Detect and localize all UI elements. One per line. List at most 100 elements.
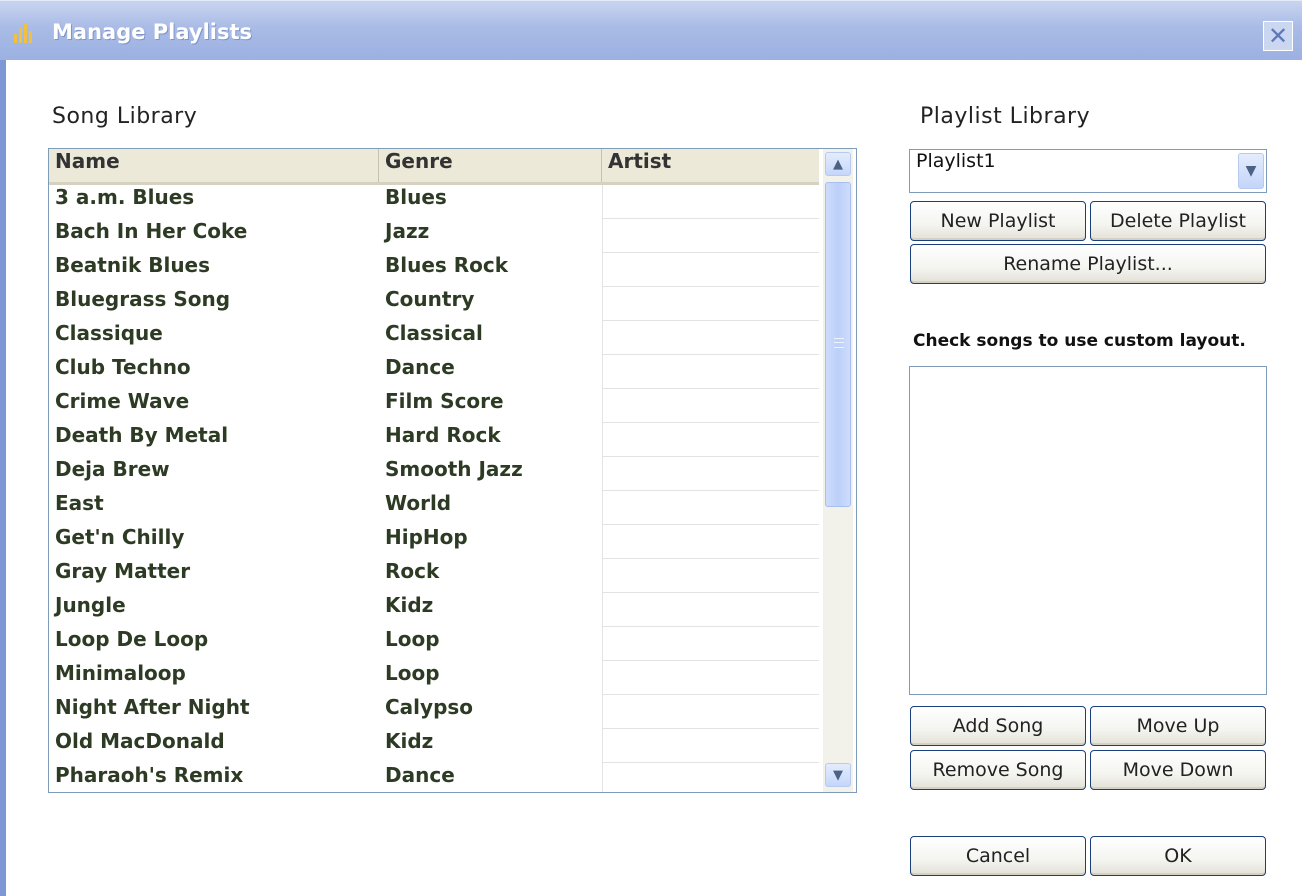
custom-layout-note: Check songs to use custom layout. [913, 331, 1246, 351]
close-button[interactable]: ✕ [1263, 21, 1293, 51]
song-artist-cell [602, 491, 819, 525]
song-name-cell: Loop De Loop [55, 627, 209, 651]
table-row[interactable]: Pharaoh's Remix Dance [49, 763, 819, 792]
column-header-genre[interactable]: Genre [379, 149, 602, 182]
song-name-cell: Club Techno [55, 355, 191, 379]
chevron-down-icon: ▼ [833, 767, 843, 783]
song-genre-cell: Country [385, 287, 475, 311]
playlist-songs-list[interactable] [909, 366, 1267, 695]
song-artist-cell [602, 627, 819, 661]
song-genre-cell: Classical [385, 321, 483, 345]
song-name-cell: Bach In Her Coke [55, 219, 248, 243]
close-icon: ✕ [1267, 22, 1289, 50]
playlist-library-title: Playlist Library [920, 104, 1091, 129]
scroll-down-button[interactable]: ▼ [825, 763, 851, 787]
move-up-button[interactable]: Move Up [1090, 706, 1266, 746]
table-row[interactable]: Get'n Chilly HipHop [49, 525, 819, 559]
song-genre-cell: Calypso [385, 695, 474, 719]
song-genre-cell: Jazz [385, 219, 430, 243]
song-artist-cell [602, 185, 819, 219]
song-genre-cell: Rock [385, 559, 440, 583]
song-genre-cell: Blues Rock [385, 253, 509, 277]
table-row[interactable]: Gray Matter Rock [49, 559, 819, 593]
song-library-table[interactable]: Name Genre Artist 3 a.m. Blues Blues Bach … [48, 148, 857, 793]
chevron-down-icon: ▼ [1245, 163, 1257, 179]
table-row[interactable]: Death By Metal Hard Rock [49, 423, 819, 457]
new-playlist-button[interactable]: New Playlist [910, 201, 1086, 241]
song-artist-cell [602, 593, 819, 627]
title-bar[interactable]: Manage Playlists ✕ [0, 0, 1302, 60]
song-genre-cell: Loop [385, 661, 440, 685]
song-genre-cell: Loop [385, 627, 440, 651]
table-row[interactable]: East World [49, 491, 819, 525]
ok-button[interactable]: OK [1090, 836, 1266, 876]
column-header-name[interactable]: Name [49, 149, 379, 182]
rename-playlist-button[interactable]: Rename Playlist... [910, 244, 1266, 284]
song-artist-cell [602, 525, 819, 559]
song-artist-cell [602, 729, 819, 763]
song-genre-cell: Kidz [385, 729, 434, 753]
song-name-cell: Classique [55, 321, 163, 345]
song-genre-cell: HipHop [385, 525, 468, 549]
table-row[interactable]: Jungle Kidz [49, 593, 819, 627]
scroll-up-button[interactable]: ▲ [825, 152, 851, 176]
table-row[interactable]: Club Techno Dance [49, 355, 819, 389]
song-name-cell: Old MacDonald [55, 729, 225, 753]
song-name-cell: Minimaloop [55, 661, 186, 685]
remove-song-button[interactable]: Remove Song [910, 750, 1086, 790]
playlist-select[interactable]: Playlist1 ▼ [909, 149, 1267, 193]
delete-playlist-button[interactable]: Delete Playlist [1090, 201, 1266, 241]
song-artist-cell [602, 287, 819, 321]
song-genre-cell: Dance [385, 355, 455, 379]
table-header: Name Genre Artist [49, 149, 819, 185]
table-row[interactable]: Night After Night Calypso [49, 695, 819, 729]
column-header-artist[interactable]: Artist [602, 149, 819, 182]
song-genre-cell: Dance [385, 763, 455, 787]
table-row[interactable]: Old MacDonald Kidz [49, 729, 819, 763]
song-library-title: Song Library [52, 104, 198, 129]
table-row[interactable]: Loop De Loop Loop [49, 627, 819, 661]
song-artist-cell [602, 763, 819, 792]
song-name-cell: Jungle [55, 593, 126, 617]
table-row[interactable]: Deja Brew Smooth Jazz [49, 457, 819, 491]
song-name-cell: Gray Matter [55, 559, 191, 583]
window-title: Manage Playlists [52, 20, 253, 44]
chevron-up-icon: ▲ [833, 156, 843, 172]
song-name-cell: Bluegrass Song [55, 287, 231, 311]
song-artist-cell [602, 559, 819, 593]
song-artist-cell [602, 355, 819, 389]
song-name-cell: Night After Night [55, 695, 250, 719]
song-artist-cell [602, 423, 819, 457]
playlist-select-value: Playlist1 [916, 150, 996, 172]
window-frame [0, 60, 6, 896]
table-row[interactable]: Crime Wave Film Score [49, 389, 819, 423]
table-row[interactable]: Minimaloop Loop [49, 661, 819, 695]
song-genre-cell: Blues [385, 185, 447, 209]
song-name-cell: 3 a.m. Blues [55, 185, 195, 209]
equalizer-icon [14, 24, 32, 43]
table-row[interactable]: Classique Classical [49, 321, 819, 355]
song-genre-cell: World [385, 491, 452, 515]
add-song-button[interactable]: Add Song [910, 706, 1086, 746]
song-genre-cell: Smooth Jazz [385, 457, 523, 481]
move-down-button[interactable]: Move Down [1090, 750, 1266, 790]
song-genre-cell: Film Score [385, 389, 504, 413]
song-artist-cell [602, 321, 819, 355]
scrollbar-thumb[interactable] [825, 182, 851, 507]
song-artist-cell [602, 695, 819, 729]
cancel-button[interactable]: Cancel [910, 836, 1086, 876]
table-row[interactable]: 3 a.m. Blues Blues [49, 185, 819, 219]
song-name-cell: Crime Wave [55, 389, 190, 413]
table-row[interactable]: Beatnik Blues Blues Rock [49, 253, 819, 287]
song-library-scrollbar[interactable]: ▲ ▼ [823, 149, 853, 792]
song-genre-cell: Kidz [385, 593, 434, 617]
song-name-cell: Get'n Chilly [55, 525, 185, 549]
song-genre-cell: Hard Rock [385, 423, 501, 447]
song-artist-cell [602, 661, 819, 695]
table-row[interactable]: Bach In Her Coke Jazz [49, 219, 819, 253]
playlist-dropdown-button[interactable]: ▼ [1238, 153, 1264, 189]
table-row[interactable]: Bluegrass Song Country [49, 287, 819, 321]
song-name-cell: Deja Brew [55, 457, 170, 481]
song-name-cell: East [55, 491, 104, 515]
song-artist-cell [602, 389, 819, 423]
